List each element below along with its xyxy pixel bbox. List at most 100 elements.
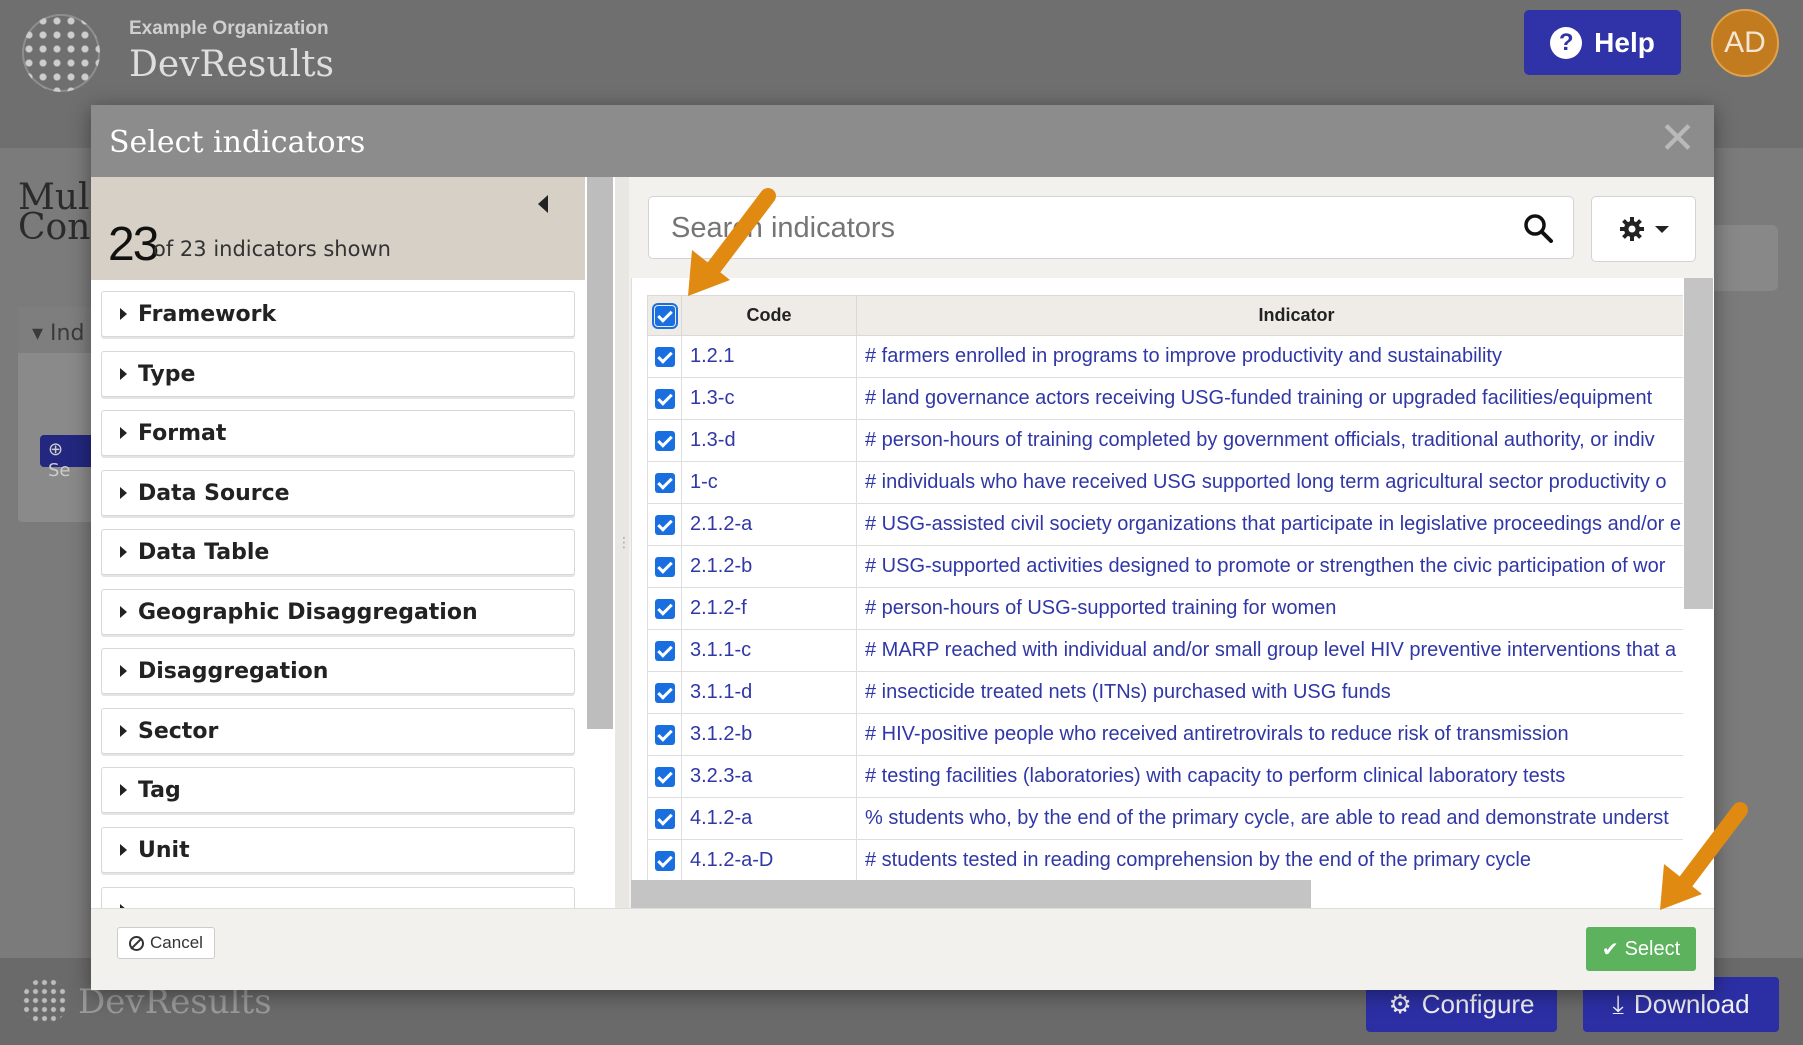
checkmark-icon: ✔ <box>1601 938 1619 961</box>
row-checkbox-cell <box>647 713 682 756</box>
filter-data-source[interactable]: Data Source <box>101 470 575 516</box>
row-checkbox[interactable] <box>654 682 675 703</box>
org-logo-icon <box>22 14 100 92</box>
row-checkbox-cell <box>647 755 682 798</box>
table-row[interactable]: 4.1.2-a% students who, by the end of the… <box>647 797 1683 840</box>
indicator-code[interactable]: 4.1.2-a <box>681 797 857 840</box>
indicator-code[interactable]: 1.2.1 <box>681 335 857 378</box>
indicator-name[interactable]: # insecticide treated nets (ITNs) purcha… <box>856 671 1683 714</box>
row-checkbox[interactable] <box>654 472 675 493</box>
table-row[interactable]: 3.1.2-b # HIV-positive people who receive… <box>647 713 1683 756</box>
indicator-name[interactable]: # land governance actors receiving USG-f… <box>856 377 1683 420</box>
select-button[interactable]: ✔ Select <box>1586 927 1696 971</box>
row-checkbox[interactable] <box>654 766 675 787</box>
user-avatar[interactable]: AD <box>1711 9 1779 77</box>
indicator-name[interactable]: # USG-supported activities designed to p… <box>856 545 1683 588</box>
filter-tag[interactable]: Tag <box>101 767 575 813</box>
table-row[interactable]: 1.2.1 # farmers enrolled in programs to i… <box>647 335 1683 378</box>
indicator-code[interactable]: 2.1.2-a <box>681 503 857 546</box>
indicator-name[interactable]: # USG-assisted civil society organizatio… <box>856 503 1683 546</box>
collapse-panel-icon[interactable] <box>538 195 548 213</box>
indicator-name[interactable]: # testing facilities (laboratories) with… <box>856 755 1683 798</box>
annotation-arrow-icon <box>1660 802 1748 910</box>
row-checkbox[interactable] <box>654 850 675 871</box>
row-checkbox-cell <box>647 419 682 462</box>
indicator-code[interactable]: 3.2.3-a <box>681 755 857 798</box>
row-checkbox-cell <box>647 629 682 672</box>
table-row[interactable]: 1.3-c # land governance actors receiving … <box>647 377 1683 420</box>
indicator-table: Code Indicator 1.2.1 # farmers enrolled i… <box>647 295 1683 882</box>
filter-format[interactable]: Format <box>101 410 575 456</box>
table-row[interactable]: 2.1.2-a # USG-assisted civil society orga… <box>647 503 1683 546</box>
background-panel-header-label: Ind <box>50 321 85 346</box>
indicator-name[interactable]: # MARP reached with individual and/or sm… <box>856 629 1683 672</box>
row-checkbox-cell <box>647 377 682 420</box>
row-checkbox[interactable] <box>654 640 675 661</box>
row-checkbox[interactable] <box>654 514 675 535</box>
indicator-code[interactable]: 3.1.2-b <box>681 713 857 756</box>
filter-framework[interactable]: Framework <box>101 291 575 337</box>
select-all-checkbox[interactable] <box>651 303 678 330</box>
row-checkbox-cell <box>647 503 682 546</box>
close-icon[interactable]: ✕ <box>1659 113 1696 164</box>
indicator-name[interactable]: # HIV-positive people who received antir… <box>856 713 1683 756</box>
indicator-name[interactable]: # individuals who have received USG supp… <box>856 461 1683 504</box>
configure-label: Configure <box>1421 989 1535 1019</box>
indicator-count-number: 23 <box>108 218 159 271</box>
download-icon: ⤓ <box>1612 988 1624 1019</box>
table-row[interactable]: 1-c # individuals who have received USG s… <box>647 461 1683 504</box>
row-checkbox-cell <box>647 461 682 504</box>
help-button[interactable]: ? Help <box>1524 10 1681 75</box>
filter-geographic-disaggregation[interactable]: Geographic Disaggregation <box>101 589 575 635</box>
indicator-name[interactable]: # person-hours of USG-supported training… <box>856 587 1683 630</box>
filter-data-table[interactable]: Data Table <box>101 529 575 575</box>
table-row[interactable]: 2.1.2-b # USG-supported activities design… <box>647 545 1683 588</box>
indicator-name[interactable]: # person-hours of training completed by … <box>856 419 1683 462</box>
row-checkbox[interactable] <box>654 556 675 577</box>
indicator-name[interactable]: # students tested in reading comprehensi… <box>856 839 1683 882</box>
indicator-code[interactable]: 3.1.1-c <box>681 629 857 672</box>
cancel-button[interactable]: Cancel <box>117 927 215 959</box>
table-row[interactable]: 1.3-d # person-hours of training complete… <box>647 419 1683 462</box>
indicator-code[interactable]: 2.1.2-b <box>681 545 857 588</box>
modal-title: Select indicators <box>109 125 366 160</box>
table-row[interactable]: 3.1.1-d # insecticide treated nets (ITNs)… <box>647 671 1683 714</box>
table-header-row: Code Indicator <box>647 295 1683 336</box>
row-checkbox[interactable] <box>654 724 675 745</box>
indicator-column-header[interactable]: Indicator <box>856 295 1683 336</box>
row-checkbox[interactable] <box>654 430 675 451</box>
indicator-code[interactable]: 2.1.2-f <box>681 587 857 630</box>
cancel-label: Cancel <box>150 933 203 952</box>
settings-dropdown-button[interactable] <box>1591 196 1696 262</box>
filter-sector[interactable]: Sector <box>101 708 575 754</box>
row-checkbox[interactable] <box>654 346 675 367</box>
indicator-name[interactable]: # farmers enrolled in programs to improv… <box>856 335 1683 378</box>
modal-header: Select indicators ✕ <box>91 105 1714 177</box>
indicator-name[interactable]: % students who, by the end of the primar… <box>856 797 1683 840</box>
table-row[interactable]: 3.1.1-c # MARP reached with individual an… <box>647 629 1683 672</box>
filter-disaggregation[interactable]: Disaggregation <box>101 648 575 694</box>
filter-unit[interactable]: Unit <box>101 827 575 873</box>
gear-icon <box>1619 217 1644 241</box>
indicator-code[interactable]: 1.3-d <box>681 419 857 462</box>
table-row[interactable]: 4.1.2-a-D # students tested in reading co… <box>647 839 1683 882</box>
table-vertical-scrollbar-thumb[interactable] <box>1684 278 1713 609</box>
indicator-count-text: of 23 indicators shown <box>153 237 391 261</box>
indicator-code[interactable]: 1-c <box>681 461 857 504</box>
table-row[interactable]: 2.1.2-f # person-hours of USG-supported t… <box>647 587 1683 630</box>
row-checkbox[interactable] <box>654 808 675 829</box>
filter-scrollbar-thumb[interactable] <box>587 177 613 729</box>
indicator-code[interactable]: 3.1.1-d <box>681 671 857 714</box>
filter-panel: 23 of 23 indicators shown Framework Type… <box>91 177 585 912</box>
filter-type[interactable]: Type <box>101 351 575 397</box>
search-input[interactable] <box>671 209 1491 247</box>
table-row[interactable]: 3.2.3-a # testing facilities (laboratorie… <box>647 755 1683 798</box>
row-checkbox[interactable] <box>654 598 675 619</box>
search-icon[interactable] <box>1523 213 1553 243</box>
chevron-down-icon <box>1654 225 1669 233</box>
indicator-code[interactable]: 1.3-c <box>681 377 857 420</box>
annotation-arrow-icon <box>688 188 776 296</box>
row-checkbox[interactable] <box>654 388 675 409</box>
table-horizontal-scrollbar-thumb[interactable] <box>631 880 1311 908</box>
indicator-code[interactable]: 4.1.2-a-D <box>681 839 857 882</box>
